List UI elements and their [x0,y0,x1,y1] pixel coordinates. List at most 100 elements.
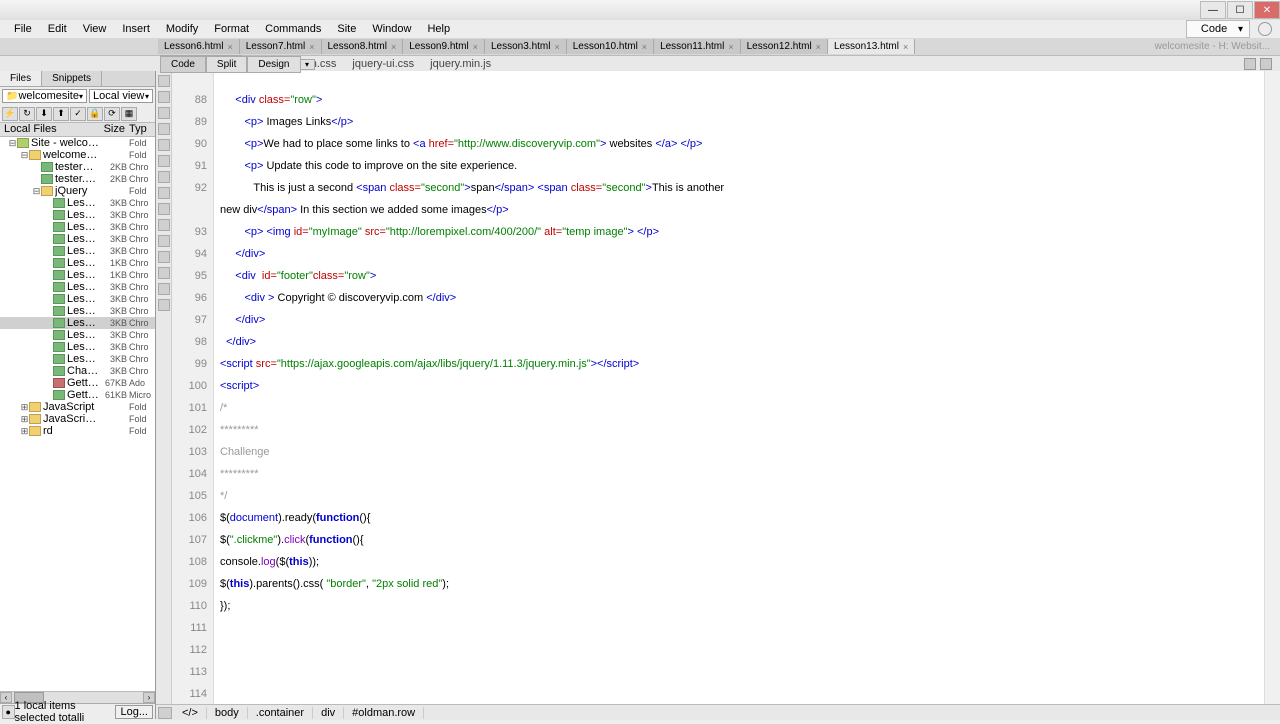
tree-row[interactable]: tester1.html2KBChro [0,161,155,173]
breadcrumb-container[interactable]: .container [248,707,313,719]
breadcrumb-body[interactable]: body [207,707,248,719]
tree-row[interactable]: Lesson4.html3KBChro [0,233,155,245]
collapse-icon[interactable] [158,75,170,87]
menu-modify[interactable]: Modify [158,21,206,37]
document-tab[interactable]: Lesson6.html× [158,39,240,54]
tree-row[interactable]: Getting Start...61KBMicro [0,389,155,401]
related-file-tab[interactable]: jquery.min.js [422,56,499,72]
code-content[interactable]: <div class="row"> <p> Images Links</p> <… [214,71,1264,719]
recent-snippets-icon[interactable] [158,251,170,263]
wrap-tag-icon[interactable] [158,235,170,247]
get-icon[interactable]: ⬇ [36,107,52,121]
tree-row[interactable]: ⊞JavaScriptFold [0,401,155,413]
tab-files[interactable]: Files [0,71,42,86]
remove-comment-icon[interactable] [158,219,170,231]
close-tab-icon[interactable]: × [554,42,559,52]
menu-site[interactable]: Site [329,21,364,37]
tree-row[interactable]: Lesson14.html3KBChro [0,305,155,317]
tree-row[interactable]: ⊟jQueryFold [0,185,155,197]
tree-row[interactable]: Lesson1.html1KBChro [0,269,155,281]
line-numbers-icon[interactable] [158,139,170,151]
expand-icon[interactable]: ⊞ [20,426,29,437]
tree-row[interactable]: Getting Start...67KBAdo [0,377,155,389]
highlight-invalid-icon[interactable] [158,155,170,167]
vscrollbar[interactable] [1264,71,1280,719]
code-dropdown[interactable]: Code ▾ [1186,20,1250,38]
hscroll-left-button[interactable]: ‹ [0,692,12,703]
outdent-icon[interactable] [158,283,170,295]
close-tab-icon[interactable]: × [642,42,647,52]
minimize-button[interactable]: — [1200,1,1226,19]
col-type[interactable]: Typ [127,123,155,136]
close-tab-icon[interactable]: × [903,42,908,52]
tree-row[interactable]: Lesson10.html3KBChro [0,353,155,365]
indent-icon[interactable] [158,267,170,279]
maximize-button[interactable]: ☐ [1227,1,1253,19]
document-tab[interactable]: Lesson8.html× [322,39,404,54]
status-icon[interactable]: ● [2,705,15,719]
site-dropdown[interactable]: 📁 welcomesite▾ [2,89,87,103]
tree-row[interactable]: Lesson2.html1KBChro [0,257,155,269]
syntax-error-icon[interactable] [158,171,170,183]
sb-error-icon[interactable] [158,707,172,719]
close-tab-icon[interactable]: × [816,42,821,52]
apply-comment-icon[interactable] [158,203,170,215]
menu-format[interactable]: Format [206,21,257,37]
document-tab[interactable]: Lesson12.html× [741,39,828,54]
expand-icon[interactable]: ⊟ [8,138,17,149]
breadcrumb-div[interactable]: div [313,707,344,719]
refresh-icon[interactable]: ↻ [19,107,35,121]
log-button[interactable]: Log... [115,705,153,719]
close-tab-icon[interactable]: × [309,42,314,52]
tree-row[interactable]: Lesson13.html3KBChro [0,317,155,329]
balance-braces-icon[interactable] [158,123,170,135]
close-tab-icon[interactable]: × [227,42,232,52]
close-tab-icon[interactable]: × [473,42,478,52]
put-icon[interactable]: ⬆ [53,107,69,121]
document-tab[interactable]: Lesson10.html× [567,39,654,54]
col-size[interactable]: Size [99,123,127,136]
expand-icon[interactable]: ⊟ [32,186,41,197]
tree-row[interactable]: Lesson15.html3KBChro [0,293,155,305]
close-button[interactable]: ✕ [1254,1,1280,19]
view-split-button[interactable]: Split [206,56,247,73]
close-tab-icon[interactable]: × [728,42,733,52]
col-local-files[interactable]: Local Files [0,123,99,136]
menu-commands[interactable]: Commands [257,21,329,37]
expand-all-icon[interactable] [158,91,170,103]
format-source-icon[interactable] [158,299,170,311]
tag-selector-icon[interactable]: </> [174,707,207,719]
tree-row[interactable]: tester.html2KBChro [0,173,155,185]
sync-icon[interactable]: ⟳ [104,107,120,121]
menu-edit[interactable]: Edit [40,21,75,37]
document-tab[interactable]: Lesson7.html× [240,39,322,54]
select-parent-icon[interactable] [158,107,170,119]
menu-insert[interactable]: Insert [114,21,158,37]
view-dropdown-arrow[interactable]: ▾ [301,59,315,70]
checkout-icon[interactable]: ✓ [70,107,86,121]
tree-row[interactable]: Lesson7.html3KBChro [0,197,155,209]
options-icon[interactable] [1260,58,1272,70]
related-file-tab[interactable]: jquery-ui.css [344,56,422,72]
tree-row[interactable]: ⊟Site - welcomesite (H:...Fold [0,137,155,149]
checkin-icon[interactable]: 🔒 [87,107,103,121]
hscroll-right-button[interactable]: › [143,692,155,703]
document-tab[interactable]: Lesson9.html× [403,39,485,54]
expand-icon[interactable]: ⊞ [20,402,29,413]
view-code-button[interactable]: Code [160,56,206,73]
expand-icon[interactable]: ⊟ [20,150,29,161]
menu-view[interactable]: View [75,21,115,37]
tree-row[interactable]: ⊟welcomesiteFold [0,149,155,161]
refresh-icon[interactable] [1244,58,1256,70]
view-type-dropdown[interactable]: Local view▾ [89,89,153,103]
tree-row[interactable]: Lesson6.html3KBChro [0,209,155,221]
tab-snippets[interactable]: Snippets [42,71,102,86]
connect-icon[interactable]: ⚡ [2,107,18,121]
view-design-button[interactable]: Design [247,56,300,73]
close-tab-icon[interactable]: × [391,42,396,52]
expand-icon[interactable]: ⊞ [20,414,29,425]
expand-icon[interactable]: ▦ [121,107,137,121]
document-tab[interactable]: Lesson3.html× [485,39,567,54]
tree-row[interactable]: ⊞rdFold [0,425,155,437]
word-wrap-icon[interactable] [158,187,170,199]
